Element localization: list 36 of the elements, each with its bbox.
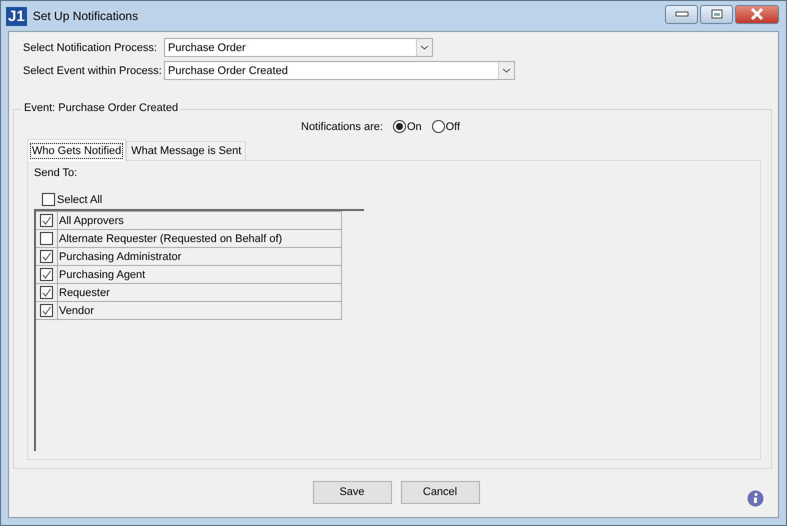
app-logo: J1: [6, 6, 27, 26]
recipient-name: Vendor: [58, 304, 94, 318]
field-label: Select Notification Process:: [23, 42, 158, 54]
minimize-button[interactable]: [665, 4, 698, 24]
checkmark-icon: [41, 305, 52, 316]
field-label: Select Event within Process:: [23, 64, 163, 76]
window-title: Set Up Notifications: [32, 9, 140, 23]
recipient-name: Purchasing Administrator: [58, 250, 182, 264]
select-all-checkbox[interactable]: Select All: [42, 193, 102, 206]
send-to-label: Send To:: [34, 167, 78, 179]
chevron-down-icon: [416, 39, 432, 56]
radio-option[interactable]: Off: [432, 120, 460, 133]
group-legend: Event: Purchase Order Created: [22, 102, 180, 114]
checkmark-icon: [41, 269, 52, 280]
dialog-button[interactable]: Cancel: [400, 480, 480, 504]
event-dropdown[interactable]: Purchase Order Created: [164, 61, 515, 80]
maximize-button[interactable]: [700, 4, 733, 24]
close-button[interactable]: [735, 4, 779, 24]
recipient-name: Purchasing Agent: [58, 268, 146, 282]
recipient-name: All Approvers: [58, 214, 124, 228]
tab[interactable]: Who Gets Notified: [27, 139, 126, 161]
chevron-down-icon: [498, 62, 514, 79]
notifications-label: Notifications are:: [301, 120, 383, 132]
recipient-name: Requester: [58, 286, 110, 300]
checkmark-icon: [41, 215, 52, 226]
dialog-button[interactable]: Save: [312, 480, 392, 504]
tab[interactable]: What Message is Sent: [126, 141, 246, 160]
radio-option[interactable]: On: [392, 120, 422, 133]
checkmark-icon: [41, 251, 52, 262]
process-dropdown[interactable]: Purchase Order: [164, 38, 433, 57]
close-icon: [749, 8, 765, 20]
minimize-icon: [674, 11, 688, 17]
info-icon[interactable]: [747, 490, 764, 507]
maximize-icon: [710, 9, 724, 19]
checkmark-icon: [41, 287, 52, 298]
recipient-name: Alternate Requester (Requested on Behalf of): [58, 232, 282, 246]
